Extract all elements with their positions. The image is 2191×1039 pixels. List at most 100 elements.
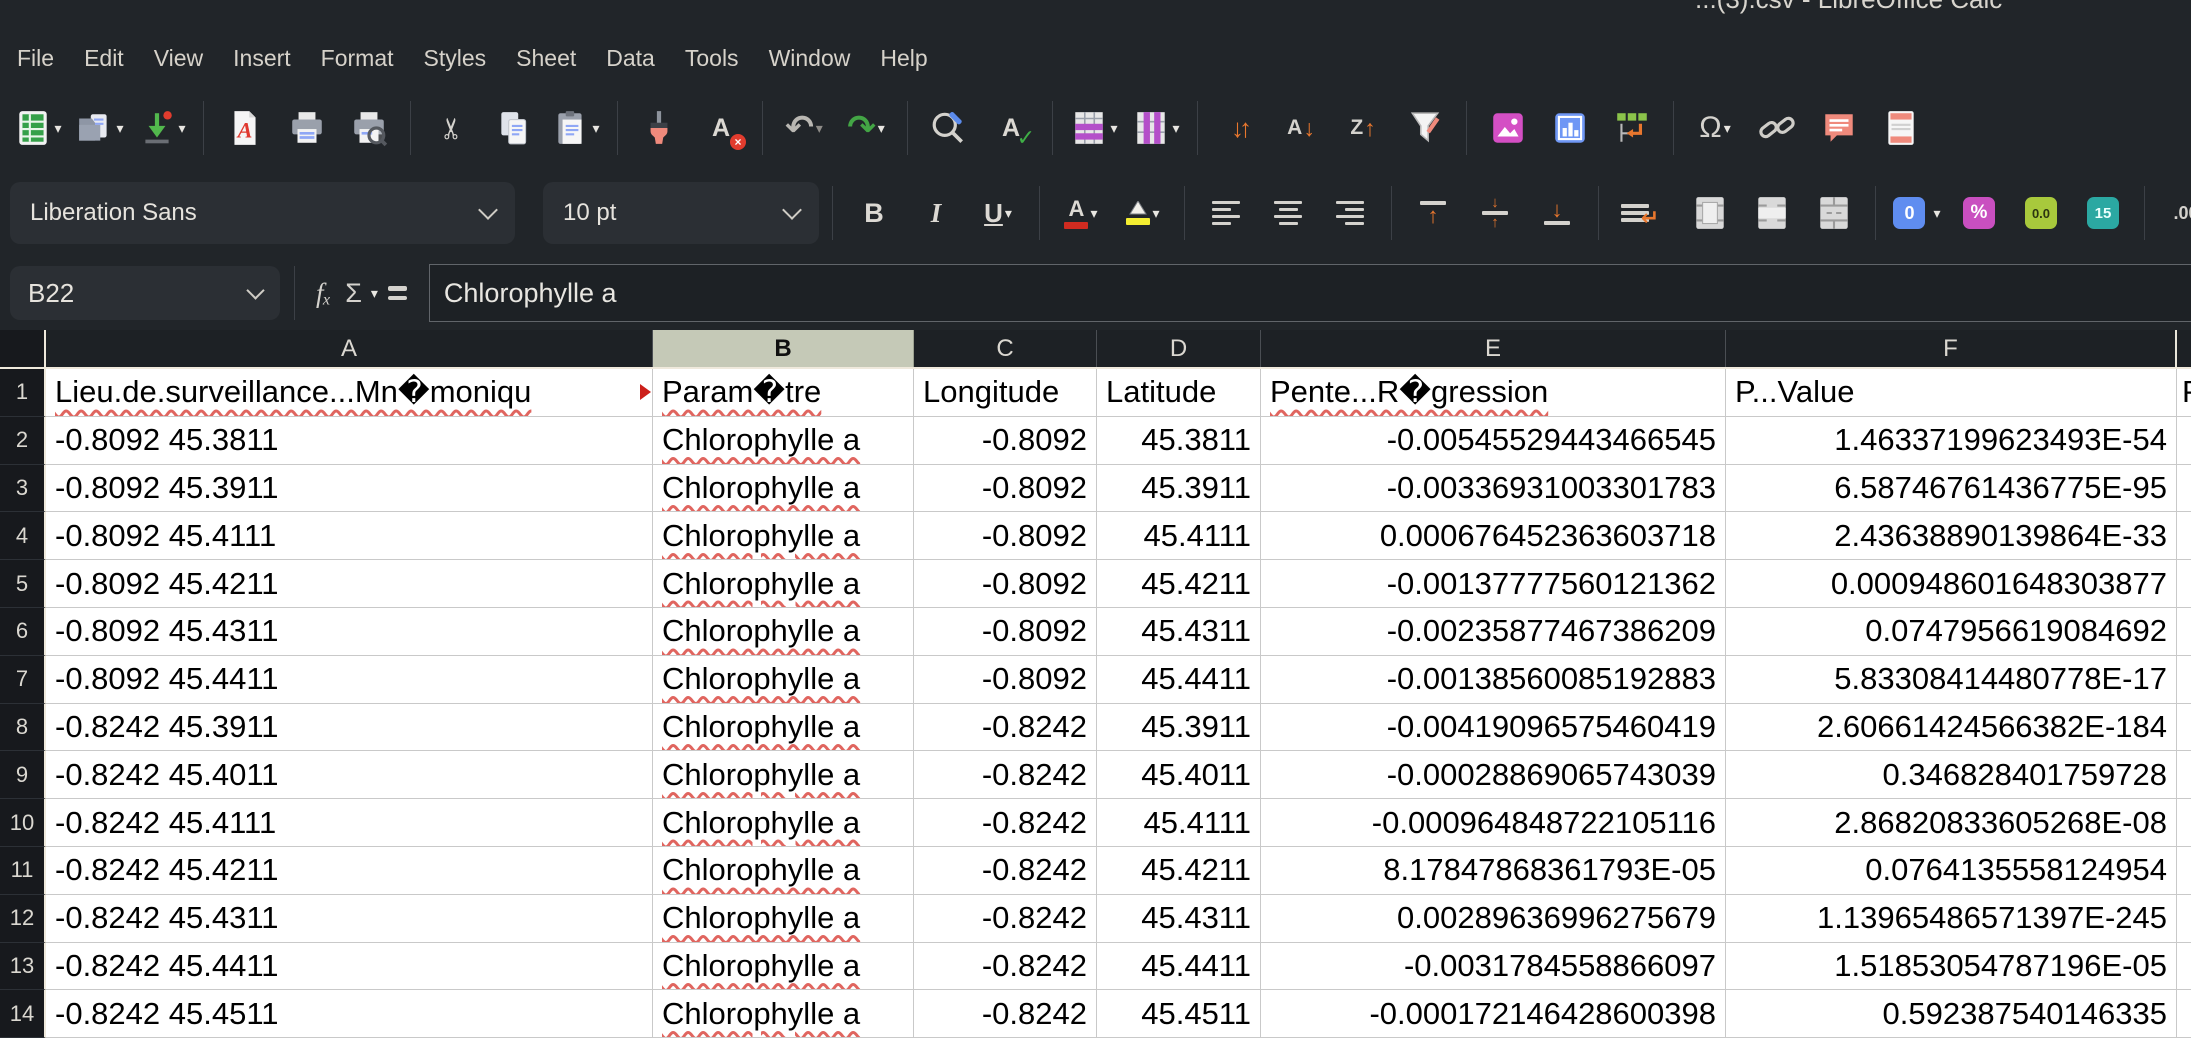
undo-button[interactable]: ↶ ▾ [776, 101, 832, 155]
cell-F4[interactable]: 2.43638890139864E-33 [1726, 512, 2177, 560]
row-header-7[interactable]: 7 [0, 656, 46, 704]
copy-button[interactable] [486, 101, 542, 155]
save-button[interactable]: ▾ [134, 101, 190, 155]
sort-button[interactable]: ↓↑ [1211, 101, 1267, 155]
cell-E6[interactable]: -0.00235877467386209 [1261, 608, 1726, 656]
cell-A7[interactable]: -0.8092 45.4411 [46, 656, 653, 704]
cell-A1[interactable]: Lieu.de.surveillance...Mn�moniqu [46, 369, 653, 417]
menu-file[interactable]: File [2, 37, 69, 80]
cell-A13[interactable]: -0.8242 45.4411 [46, 943, 653, 991]
percent-format-button[interactable]: % [1951, 186, 2007, 240]
cell-D14[interactable]: 45.4511 [1097, 990, 1261, 1038]
currency-format-button[interactable]: 0 ▾ [1889, 186, 1945, 240]
cell-B13[interactable]: Chlorophylle a [653, 943, 914, 991]
redo-dropdown-arrow-icon[interactable]: ▾ [878, 120, 885, 137]
merge-center-button[interactable] [1682, 186, 1738, 240]
cell-F13[interactable]: 1.51853054787196E-05 [1726, 943, 2177, 991]
cell-B4[interactable]: Chlorophylle a [653, 512, 914, 560]
cell-D12[interactable]: 45.4311 [1097, 895, 1261, 943]
sort-descending-button[interactable]: Z ↑ [1335, 101, 1391, 155]
cell-D10[interactable]: 45.4111 [1097, 799, 1261, 847]
cell-A12[interactable]: -0.8242 45.4311 [46, 895, 653, 943]
add-decimal-button[interactable]: .00 + [2158, 186, 2191, 240]
clear-formatting-button[interactable]: A × [693, 101, 749, 155]
clone-formatting-button[interactable] [631, 101, 687, 155]
cell-E2[interactable]: -0.00545529443466545 [1261, 417, 1726, 465]
hyperlink-button[interactable] [1749, 101, 1805, 155]
cell-overflow-11[interactable] [2177, 847, 2191, 895]
insert-comment-button[interactable] [1811, 101, 1867, 155]
cell-E12[interactable]: 0.00289636996275679 [1261, 895, 1726, 943]
cell-E3[interactable]: -0.00336931003301783 [1261, 465, 1726, 513]
cell-A8[interactable]: -0.8242 45.3911 [46, 704, 653, 752]
open-button[interactable]: ▾ [72, 101, 128, 155]
row-header-11[interactable]: 11 [0, 847, 46, 895]
undo-dropdown-arrow-icon[interactable]: ▾ [816, 120, 823, 137]
cell-B3[interactable]: Chlorophylle a [653, 465, 914, 513]
menu-data[interactable]: Data [591, 37, 670, 80]
row-header-10[interactable]: 10 [0, 799, 46, 847]
menu-edit[interactable]: Edit [69, 37, 139, 80]
cell-B2[interactable]: Chlorophylle a [653, 417, 914, 465]
column-header-B[interactable]: B [653, 330, 914, 367]
cell-A5[interactable]: -0.8092 45.4211 [46, 560, 653, 608]
cell-F7[interactable]: 5.83308414480778E-17 [1726, 656, 2177, 704]
center-vertically-button[interactable]: ↓↑ [1467, 186, 1523, 240]
number-format-button[interactable]: 0.0 [2013, 186, 2069, 240]
column-header-D[interactable]: D [1097, 330, 1261, 367]
highlight-color-button[interactable]: ▾ [1115, 186, 1171, 240]
cell-E1[interactable]: Pente...R�gression [1261, 369, 1726, 417]
cell-overflow-8[interactable] [2177, 704, 2191, 752]
paste-dropdown-arrow-icon[interactable]: ▾ [592, 120, 599, 137]
spelling-button[interactable]: A ✓ [983, 101, 1039, 155]
cell-F3[interactable]: 6.58746761436775E-95 [1726, 465, 2177, 513]
cell-overflow-9[interactable] [2177, 751, 2191, 799]
cell-overflow-6[interactable] [2177, 608, 2191, 656]
row-header-1[interactable]: 1 [0, 369, 46, 417]
row-header-3[interactable]: 3 [0, 465, 46, 513]
cell-A3[interactable]: -0.8092 45.3911 [46, 465, 653, 513]
cell-E11[interactable]: 8.17847868361793E-05 [1261, 847, 1726, 895]
cell-D11[interactable]: 45.4211 [1097, 847, 1261, 895]
wrap-text-button[interactable]: ↵ [1612, 186, 1668, 240]
font-color-dropdown-arrow-icon[interactable]: ▾ [1090, 205, 1097, 222]
new-dropdown-arrow-icon[interactable]: ▾ [54, 120, 61, 137]
bold-button[interactable]: B [846, 186, 902, 240]
special-character-dropdown-arrow-icon[interactable]: ▾ [1724, 120, 1731, 137]
column-header-E[interactable]: E [1261, 330, 1726, 367]
row-header-5[interactable]: 5 [0, 560, 46, 608]
cell-C12[interactable]: -0.8242 [914, 895, 1097, 943]
cell-F9[interactable]: 0.346828401759728 [1726, 751, 2177, 799]
highlight-dropdown-arrow-icon[interactable]: ▾ [1152, 205, 1159, 222]
row-header-6[interactable]: 6 [0, 608, 46, 656]
cell-A9[interactable]: -0.8242 45.4011 [46, 751, 653, 799]
cell-D5[interactable]: 45.4211 [1097, 560, 1261, 608]
menu-window[interactable]: Window [754, 37, 866, 80]
cell-overflow-1[interactable]: P [2177, 369, 2191, 417]
underline-button[interactable]: U ▾ [970, 186, 1026, 240]
cell-F1[interactable]: P...Value [1726, 369, 2177, 417]
cell-F6[interactable]: 0.0747956619084692 [1726, 608, 2177, 656]
cell-E8[interactable]: -0.00419096575460419 [1261, 704, 1726, 752]
row-header-4[interactable]: 4 [0, 512, 46, 560]
sort-ascending-button[interactable]: A ↓ [1273, 101, 1329, 155]
row-header-13[interactable]: 13 [0, 943, 46, 991]
cell-B14[interactable]: Chlorophylle a [653, 990, 914, 1038]
sum-icon[interactable]: Σ [345, 280, 362, 307]
cell-D8[interactable]: 45.3911 [1097, 704, 1261, 752]
cell-overflow-2[interactable] [2177, 417, 2191, 465]
cell-overflow-12[interactable] [2177, 895, 2191, 943]
cell-D2[interactable]: 45.3811 [1097, 417, 1261, 465]
cell-F14[interactable]: 0.592387540146335 [1726, 990, 2177, 1038]
sum-dropdown-arrow-icon[interactable]: ▾ [371, 285, 378, 302]
print-button[interactable] [279, 101, 335, 155]
cell-D9[interactable]: 45.4011 [1097, 751, 1261, 799]
cell-F5[interactable]: 0.000948601648303877 [1726, 560, 2177, 608]
open-dropdown-arrow-icon[interactable]: ▾ [116, 120, 123, 137]
cell-B1[interactable]: Param�tre [653, 369, 914, 417]
cell-C13[interactable]: -0.8242 [914, 943, 1097, 991]
save-dropdown-arrow-icon[interactable]: ▾ [178, 120, 185, 137]
cell-D13[interactable]: 45.4411 [1097, 943, 1261, 991]
cell-C2[interactable]: -0.8092 [914, 417, 1097, 465]
cell-B7[interactable]: Chlorophylle a [653, 656, 914, 704]
